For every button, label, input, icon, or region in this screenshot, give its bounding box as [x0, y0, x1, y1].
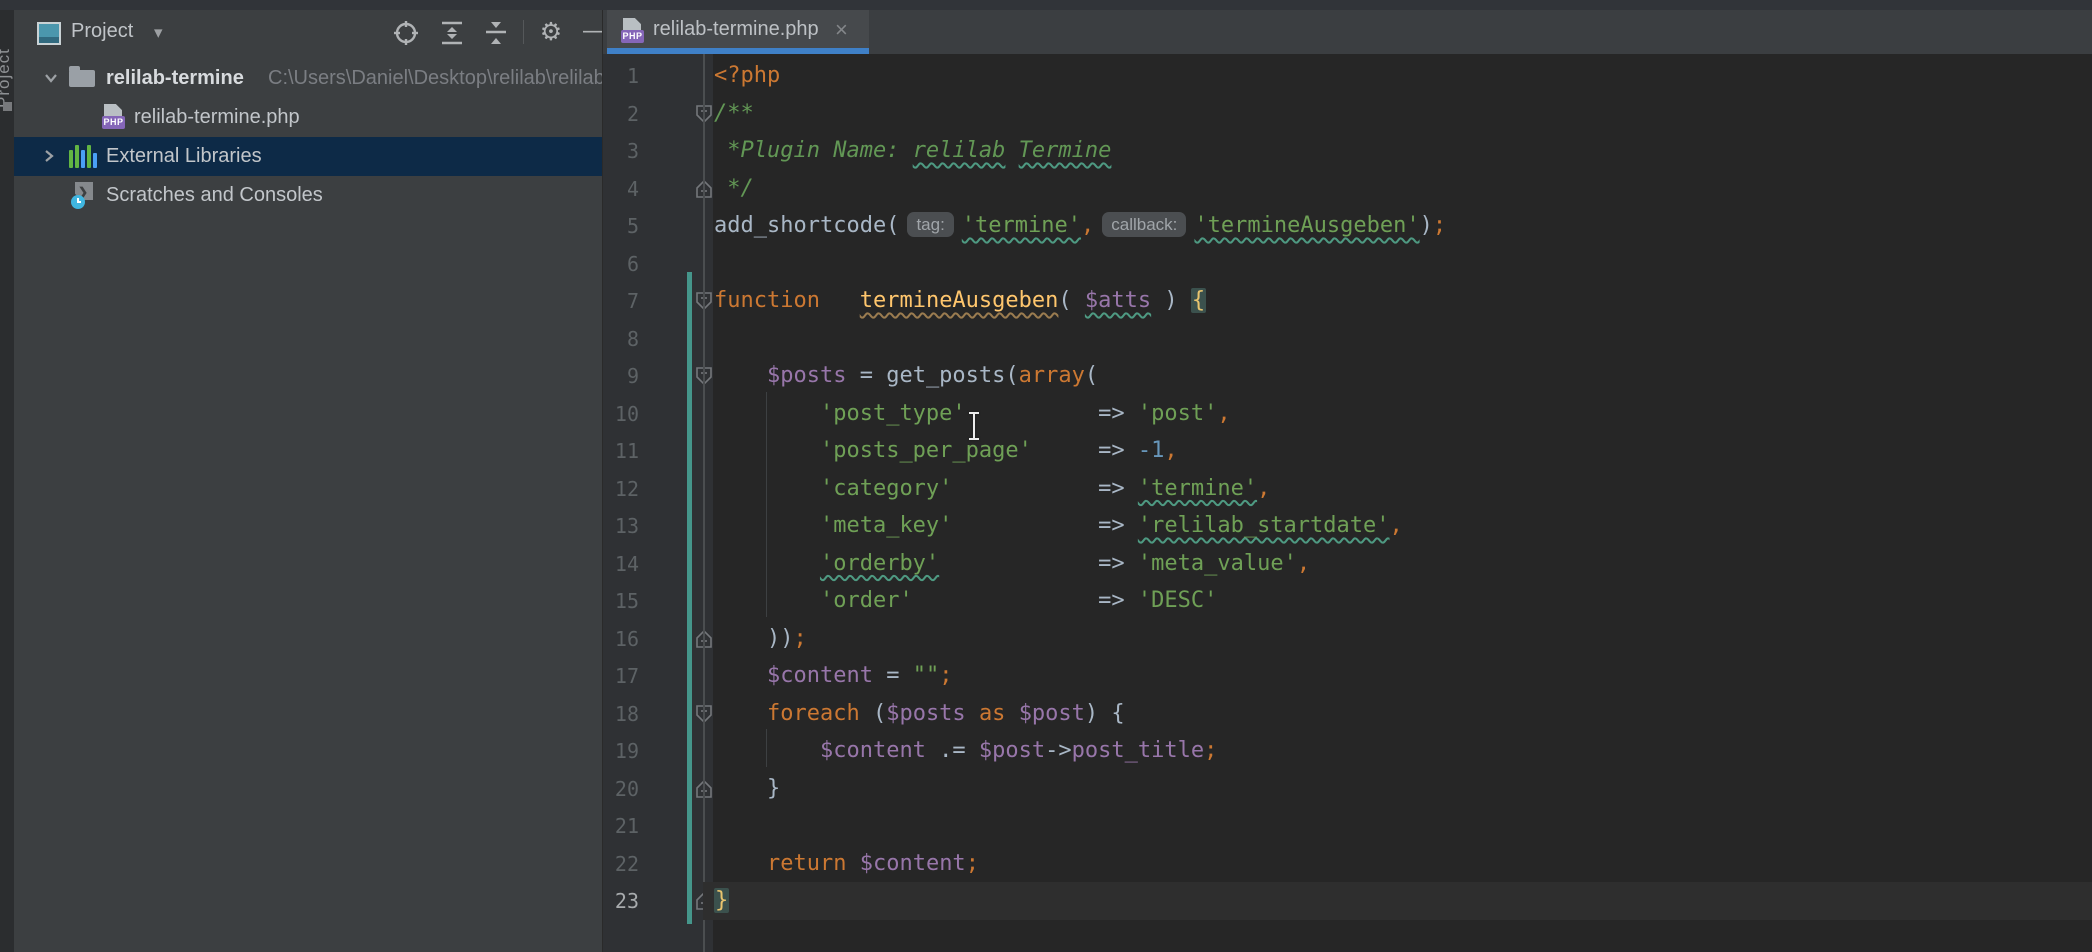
tab-relilab-termine[interactable]: PHP relilab-termine.php ×	[607, 10, 869, 54]
hide-panel-icon[interactable]: —	[580, 19, 603, 47]
tab-title[interactable]: relilab-termine.php	[653, 18, 819, 41]
close-icon[interactable]: ×	[835, 17, 848, 43]
parameter-hint: tag:	[907, 212, 953, 237]
settings-gear-icon[interactable]: ⚙	[536, 19, 566, 47]
code-line-17[interactable]: $content = "";	[714, 657, 952, 695]
code-line-16[interactable]: ));	[714, 620, 807, 658]
code-line-7[interactable]: function termineAusgeben( $atts ) {	[714, 282, 1206, 320]
project-toolwindow-icon	[37, 22, 61, 45]
code-editor[interactable]: 1234567891011121314151617181920212223 <?…	[603, 54, 2092, 952]
tree-item-label[interactable]: External Libraries	[106, 145, 262, 168]
tool-stripe-square-icon[interactable]	[3, 102, 12, 111]
collapse-all-icon[interactable]	[481, 19, 511, 47]
chevron-down-icon[interactable]: ▾	[154, 23, 163, 43]
left-tool-stripe[interactable]: Project	[0, 10, 14, 952]
tree-item-path: C:\Users\Daniel\Desktop\relilab\relilab-…	[268, 67, 603, 90]
code-line-22[interactable]: return $content;	[714, 845, 979, 883]
code-line-3[interactable]: *Plugin Name: relilab Termine	[714, 132, 1111, 170]
locate-icon[interactable]	[391, 19, 421, 47]
tree-row-php-file[interactable]: PHP relilab-termine.php	[14, 98, 603, 137]
chevron-right-icon[interactable]	[40, 147, 58, 165]
code-line-9[interactable]: $posts = get_posts(array(	[714, 357, 1098, 395]
window-top-strip	[0, 0, 2092, 10]
ide-window: Project Project ▾ ⚙ —	[0, 0, 2092, 952]
code-line-1[interactable]: <?php	[714, 57, 780, 95]
header-divider	[523, 20, 524, 44]
tree-item-label[interactable]: relilab-termine.php	[134, 106, 300, 129]
tree-row-external-libraries[interactable]: External Libraries	[14, 137, 603, 176]
code-line-14[interactable]: 'orderby' => 'meta_value',	[714, 545, 1310, 583]
code-line-19[interactable]: $content .= $post->post_title;	[714, 732, 1217, 770]
chevron-down-icon[interactable]	[42, 69, 60, 87]
code-line-4[interactable]: */	[714, 170, 754, 208]
project-panel-title[interactable]: Project	[71, 20, 133, 43]
code-line-23[interactable]: }	[714, 882, 729, 920]
code-line-18[interactable]: foreach ($posts as $post) {	[714, 695, 1125, 733]
code-area[interactable]: <?php/** *Plugin Name: relilab Termine *…	[603, 54, 2092, 952]
code-line-20[interactable]: }	[714, 770, 780, 808]
tree-item-label[interactable]: relilab-termine	[106, 67, 244, 90]
project-panel-header: Project ▾ ⚙ —	[14, 10, 602, 54]
tree-item-label[interactable]: Scratches and Consoles	[106, 184, 323, 207]
text-cursor-pointer	[966, 412, 982, 440]
tree-row-project-root[interactable]: relilab-termine C:\Users\Daniel\Desktop\…	[14, 59, 603, 98]
code-line-2[interactable]: /**	[714, 95, 754, 133]
project-panel: Project ▾ ⚙ — relilab-termine C:\Users\D…	[14, 10, 603, 952]
php-file-icon: PHP	[621, 18, 644, 44]
code-line-11[interactable]: 'posts_per_page' => -1,	[714, 432, 1178, 470]
folder-icon	[69, 70, 95, 87]
expand-all-icon[interactable]	[437, 19, 467, 47]
code-line-5[interactable]: add_shortcode(tag:'termine',callback:'te…	[714, 207, 1446, 245]
editor-tab-bar: PHP relilab-termine.php ×	[603, 10, 2092, 55]
libraries-icon	[69, 145, 96, 168]
scratches-icon: ❯	[71, 182, 98, 209]
parameter-hint: callback:	[1102, 212, 1186, 237]
tree-row-scratches[interactable]: ❯ Scratches and Consoles	[14, 176, 603, 215]
code-line-15[interactable]: 'order' => 'DESC'	[714, 582, 1217, 620]
code-line-12[interactable]: 'category' => 'termine',	[714, 470, 1270, 508]
php-file-icon: PHP	[102, 104, 125, 130]
code-line-13[interactable]: 'meta_key' => 'relilab_startdate',	[714, 507, 1403, 545]
